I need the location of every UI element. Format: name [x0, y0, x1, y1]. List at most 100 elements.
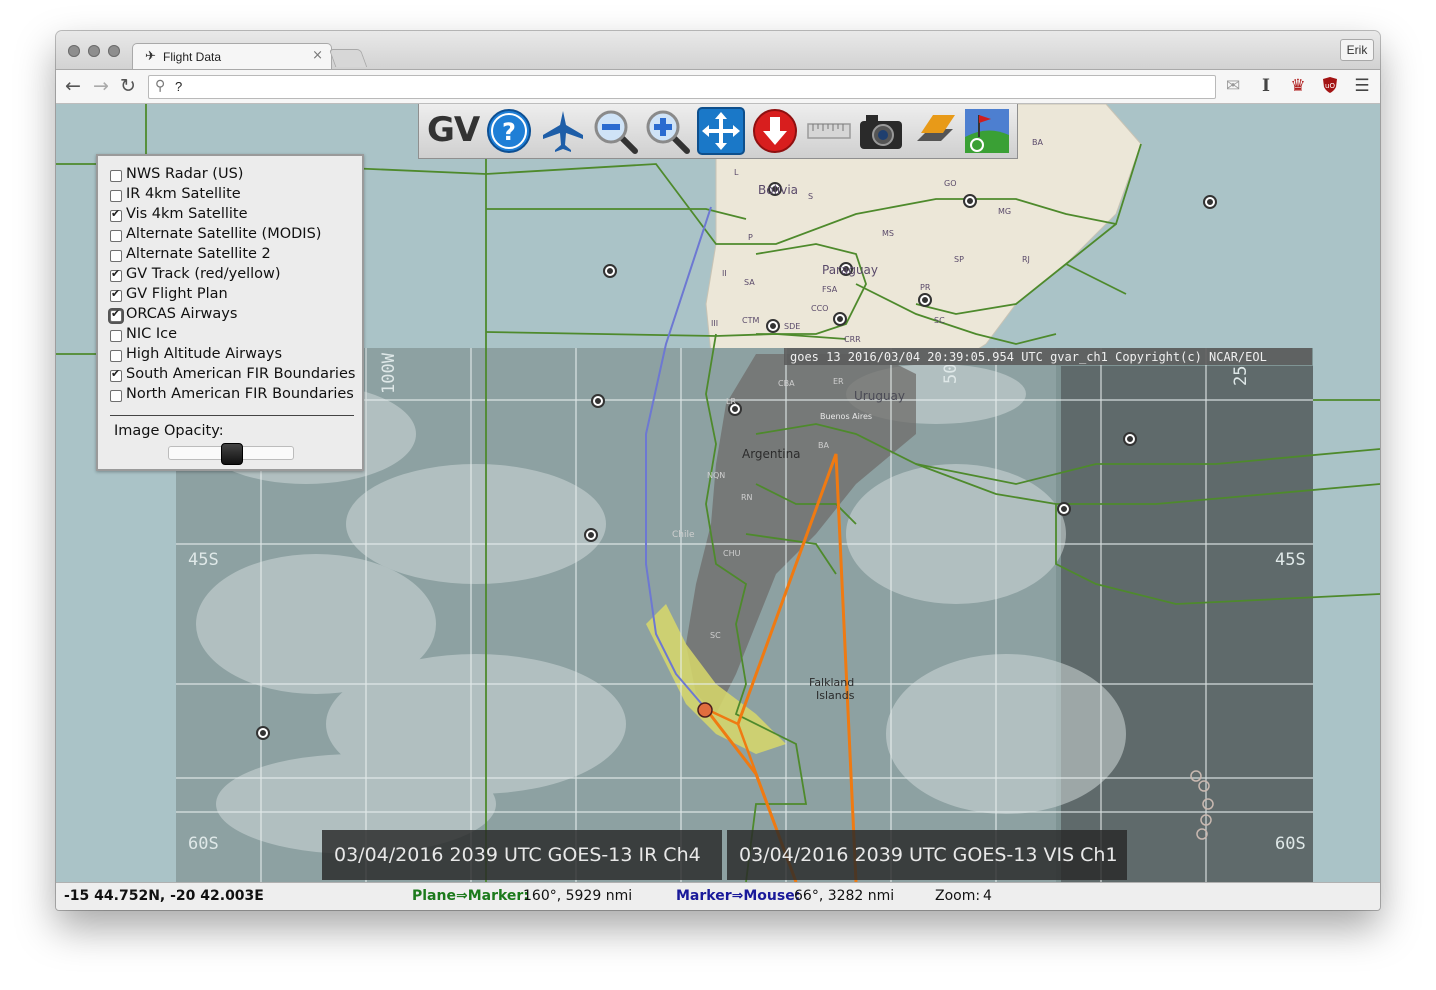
svg-text:NQN: NQN [707, 471, 725, 480]
ublock-icon[interactable]: uO [1319, 76, 1341, 99]
layer-label: Vis 4km Satellite [126, 206, 248, 222]
opacity-label: Image Opacity: [114, 423, 224, 439]
svg-text:CRR: CRR [844, 335, 861, 344]
svg-text:II: II [722, 269, 727, 278]
plane-marker-label: Plane⇒Marker: [412, 888, 529, 904]
map-flag-icon[interactable] [963, 107, 1011, 155]
layer-label: Alternate Satellite 2 [126, 246, 271, 262]
layers-icon[interactable] [911, 107, 959, 155]
tab-title: Flight Data [163, 50, 222, 64]
gv-logo: GV [427, 110, 480, 150]
svg-text:P: P [748, 233, 753, 242]
hat-icon[interactable]: ♛ [1287, 76, 1309, 96]
grid-label-45s-right: 45S [1275, 550, 1306, 570]
svg-text:ER: ER [833, 377, 844, 386]
forward-icon[interactable]: → [93, 75, 109, 97]
label-buenos-aires: Buenos Aires [820, 412, 872, 421]
opacity-slider[interactable] [168, 443, 294, 465]
layer-checkbox[interactable] [110, 170, 122, 182]
layer-checkbox[interactable] [110, 207, 122, 222]
grid-label-50: 50 [941, 364, 961, 384]
grid-label-45s-left: 45S [188, 550, 219, 570]
svg-text:PR: PR [920, 283, 931, 292]
marker-mouse-label: Marker⇒Mouse: [676, 888, 801, 904]
marker-mouse-value: 66°, 3282 nmi [794, 888, 895, 904]
svg-text:S: S [808, 192, 813, 201]
grid-label-25: 25 [1231, 366, 1251, 386]
airplane-favicon-icon: ✈ [145, 49, 156, 64]
label-argentina: Argentina [742, 447, 801, 461]
satellite-caption: goes 13 2016/03/04 20:39:05.954 UTC gvar… [790, 350, 1267, 364]
address-bar[interactable]: ⚲ [148, 75, 1216, 99]
reload-icon[interactable]: ↻ [120, 75, 136, 97]
down-arrow-icon[interactable] [751, 107, 799, 155]
tab-strip: ✈ Flight Data × Erik [56, 31, 1380, 70]
svg-text:RJ: RJ [1022, 255, 1030, 264]
svg-text:L: L [734, 168, 739, 177]
svg-text:III: III [711, 319, 718, 328]
layer-panel: NWS Radar (US) IR 4km Satellite Vis 4km Sa… [96, 154, 364, 471]
tab-close-icon[interactable]: × [312, 48, 323, 63]
browser-toolbar: ← → ↻ ⚲ ✉ I ♛ uO ☰ [56, 69, 1380, 104]
svg-text:GO: GO [944, 179, 957, 188]
close-window-button[interactable] [68, 45, 80, 57]
back-icon[interactable]: ← [65, 75, 81, 97]
address-input[interactable] [175, 79, 1205, 94]
pan-icon[interactable] [697, 107, 745, 155]
mail-icon[interactable]: ✉ [1222, 76, 1244, 96]
svg-text:Chile: Chile [672, 530, 695, 540]
svg-text:RN: RN [741, 493, 753, 502]
layer-checkbox[interactable] [110, 190, 122, 202]
layer-label: North American FIR Boundaries [126, 386, 354, 402]
aircraft-marker [697, 702, 713, 718]
help-icon[interactable]: ? [485, 107, 533, 155]
minimize-window-button[interactable] [88, 45, 100, 57]
browser-window: ✈ Flight Data × Erik ← → ↻ ⚲ ✉ I ♛ uO ☰ [56, 31, 1380, 910]
profile-button[interactable]: Erik [1340, 39, 1374, 61]
layer-checkbox[interactable] [110, 267, 122, 282]
svg-text:LR: LR [726, 397, 736, 406]
vis-caption: 03/04/2016 2039 UTC GOES-13 VIS Ch1 [727, 830, 1127, 880]
layer-checkbox[interactable] [110, 330, 122, 342]
layer-label: Alternate Satellite (MODIS) [126, 226, 322, 242]
zoom-window-button[interactable] [108, 45, 120, 57]
zoom-label: Zoom: [935, 888, 981, 904]
grid-label-100w: 100W [379, 352, 399, 394]
grid-label-60s-right: 60S [1275, 834, 1306, 854]
layer-label: IR 4km Satellite [126, 186, 241, 202]
layer-label: GV Flight Plan [126, 286, 228, 302]
grid-label-60s-left: 60S [188, 834, 219, 854]
layer-checkbox[interactable] [110, 250, 122, 262]
instapaper-icon[interactable]: I [1255, 76, 1277, 96]
layer-label: High Altitude Airways [126, 346, 282, 362]
tool-palette: GV ? [418, 104, 1018, 159]
layer-checkbox[interactable] [110, 367, 122, 382]
cursor-coordinates: -15 44.752N, -20 42.003E [64, 888, 264, 904]
svg-text:CTM: CTM [742, 316, 759, 325]
zoom-in-icon[interactable] [643, 107, 691, 155]
airplane-icon[interactable] [539, 107, 587, 155]
layer-label: GV Track (red/yellow) [126, 266, 281, 282]
layer-checkbox[interactable] [110, 230, 122, 242]
tab-flight-data[interactable]: ✈ Flight Data × [132, 43, 332, 70]
opacity-slider-thumb[interactable] [221, 443, 243, 465]
layer-label: NWS Radar (US) [126, 166, 244, 182]
label-falkland: Falkland [809, 676, 854, 689]
status-bar: -15 44.752N, -20 42.003E Plane⇒Marker: 1… [56, 882, 1380, 910]
menu-icon[interactable]: ☰ [1351, 76, 1373, 96]
map-viewport[interactable]: Bolivia Paraguay Uruguay Argentina Falkl… [56, 104, 1380, 882]
layer-checkbox[interactable] [110, 307, 122, 322]
zoom-out-icon[interactable] [591, 107, 639, 155]
layer-checkbox[interactable] [110, 390, 122, 402]
zoom-value: 4 [983, 888, 992, 904]
layer-checkbox[interactable] [110, 350, 122, 362]
svg-text:SC: SC [710, 631, 721, 640]
svg-text:MG: MG [998, 207, 1011, 216]
ruler-icon[interactable] [805, 107, 853, 155]
layer-checkbox[interactable] [110, 287, 122, 302]
camera-icon[interactable] [857, 107, 905, 155]
label-islands: Islands [816, 689, 855, 702]
svg-text:SP: SP [954, 255, 964, 264]
new-tab-button[interactable] [328, 49, 368, 67]
svg-text:MS: MS [882, 229, 894, 238]
